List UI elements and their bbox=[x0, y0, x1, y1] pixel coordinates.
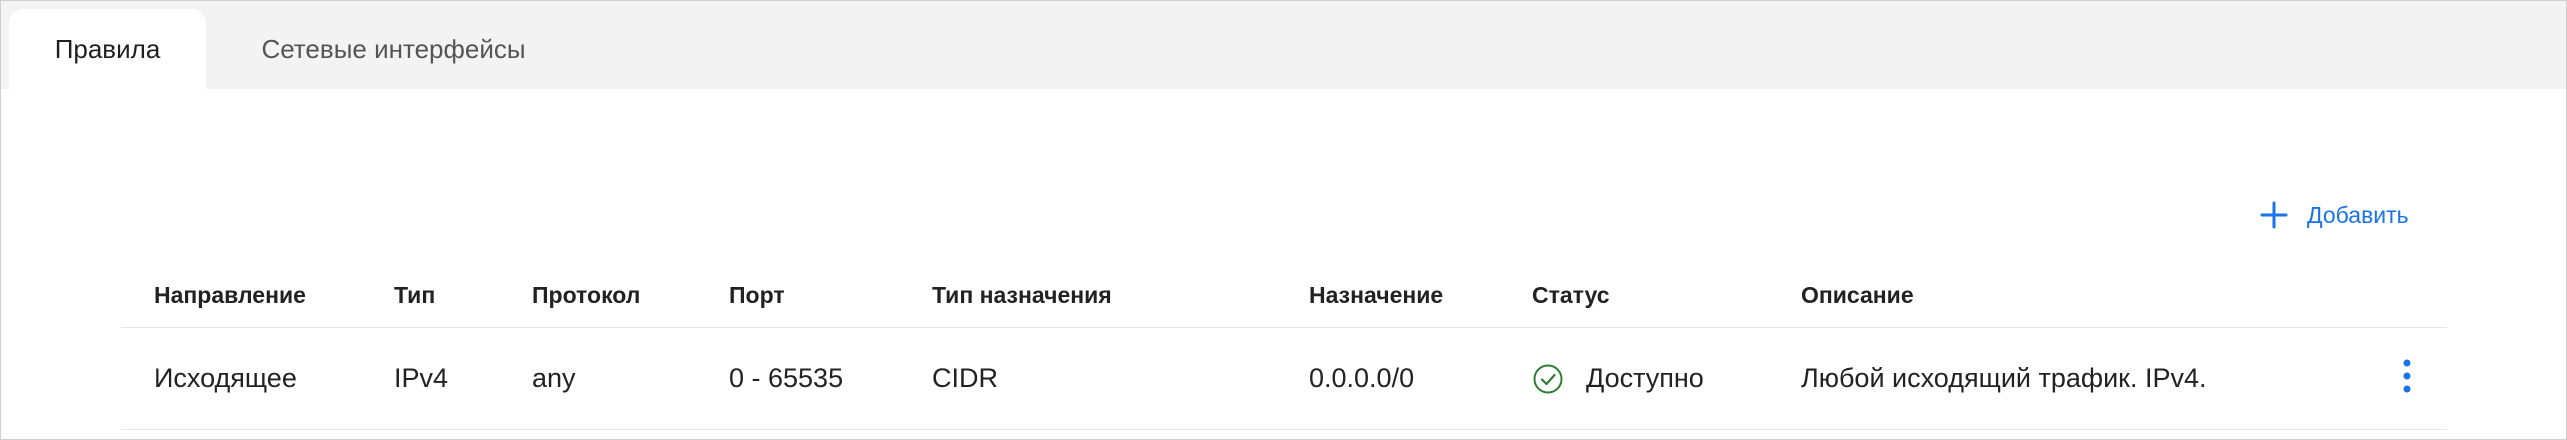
status-label: Доступно bbox=[1586, 363, 1704, 393]
add-rule-label: Добавить bbox=[2307, 201, 2409, 228]
tab-network-interfaces-label: Сетевые интерфейсы bbox=[261, 33, 526, 64]
column-header-status[interactable]: Статус bbox=[1532, 263, 1610, 327]
column-header-port[interactable]: Порт bbox=[729, 263, 785, 327]
column-header-description[interactable]: Описание bbox=[1801, 263, 1914, 327]
more-vertical-icon bbox=[2402, 359, 2412, 398]
cell-destination: 0.0.0.0/0 bbox=[1309, 363, 1415, 393]
add-rule-button[interactable]: Добавить bbox=[2259, 193, 2409, 237]
column-header-protocol[interactable]: Протокол bbox=[532, 263, 640, 327]
cell-status: Доступно bbox=[1532, 328, 1704, 429]
row-actions-button[interactable] bbox=[2391, 328, 2423, 429]
column-header-destination[interactable]: Назначение bbox=[1309, 263, 1443, 327]
tab-rules-label: Правила bbox=[54, 33, 161, 64]
rules-panel: Правила Сетевые интерфейсы Добавить Напр… bbox=[0, 0, 2567, 440]
check-circle-icon bbox=[1532, 363, 1564, 395]
column-header-direction[interactable]: Направление bbox=[154, 263, 306, 327]
table-header: Направление Тип Протокол Порт Тип назнач… bbox=[121, 263, 2447, 328]
cell-direction: Исходящее bbox=[154, 363, 297, 393]
rules-table: Направление Тип Протокол Порт Тип назнач… bbox=[121, 263, 2447, 430]
cell-description: Любой исходящий трафик. IPv4. bbox=[1801, 363, 2207, 393]
column-header-destination-type[interactable]: Тип назначения bbox=[932, 263, 1112, 327]
table-row: Исходящее IPv4 any 0 - 65535 CIDR 0.0.0.… bbox=[121, 328, 2447, 430]
cell-port: 0 - 65535 bbox=[729, 363, 844, 393]
cell-type: IPv4 bbox=[394, 363, 449, 393]
plus-icon bbox=[2259, 200, 2289, 230]
cell-destination-type: CIDR bbox=[932, 363, 998, 393]
tab-rules[interactable]: Правила bbox=[9, 9, 206, 89]
cell-protocol: any bbox=[532, 363, 576, 393]
tab-bar: Правила Сетевые интерфейсы bbox=[1, 1, 2566, 89]
column-header-type[interactable]: Тип bbox=[394, 263, 435, 327]
tab-network-interfaces[interactable]: Сетевые интерфейсы bbox=[206, 9, 581, 89]
